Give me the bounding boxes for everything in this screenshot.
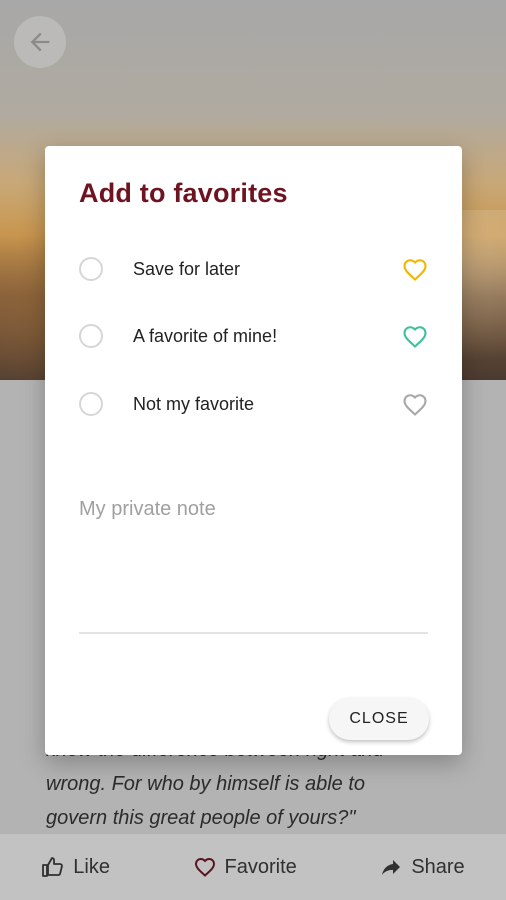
back-button[interactable] <box>14 16 66 68</box>
radio-button[interactable] <box>79 257 103 281</box>
thumbs-up-icon <box>42 857 64 877</box>
share-button[interactable]: Share <box>379 855 465 879</box>
favorite-button[interactable]: Favorite <box>193 855 297 879</box>
radio-button[interactable] <box>79 392 103 416</box>
like-button[interactable]: Like <box>41 855 110 879</box>
heart-outline-icon <box>403 259 427 281</box>
heart-outline-icon <box>403 326 427 348</box>
share-label: Share <box>411 855 465 878</box>
arrow-left-icon <box>30 32 50 52</box>
option-not-my-favorite[interactable]: Not my favorite <box>79 384 429 424</box>
heart-outline-icon <box>194 857 215 877</box>
add-to-favorites-dialog: Add to favorites Save for later A favori… <box>45 146 462 755</box>
dialog-title: Add to favorites <box>79 178 288 208</box>
option-favorite-of-mine[interactable]: A favorite of mine! <box>79 316 429 356</box>
like-label: Like <box>73 855 110 878</box>
favorite-label: Favorite <box>224 855 297 878</box>
close-button[interactable]: CLOSE <box>329 698 429 740</box>
quote-line: govern this great people of yours?" <box>46 807 356 829</box>
option-label: A favorite of mine! <box>133 325 278 346</box>
option-label: Not my favorite <box>133 393 255 414</box>
option-label: Save for later <box>133 258 241 279</box>
heart-outline-icon <box>403 394 427 416</box>
quote-line: wrong. For who by himself is able to <box>46 773 366 795</box>
option-save-for-later[interactable]: Save for later <box>79 249 429 289</box>
share-arrow-icon <box>382 860 401 875</box>
bottom-action-bar: Like Favorite Share <box>0 834 506 900</box>
radio-button[interactable] <box>79 324 103 348</box>
private-note-field[interactable] <box>79 486 428 634</box>
